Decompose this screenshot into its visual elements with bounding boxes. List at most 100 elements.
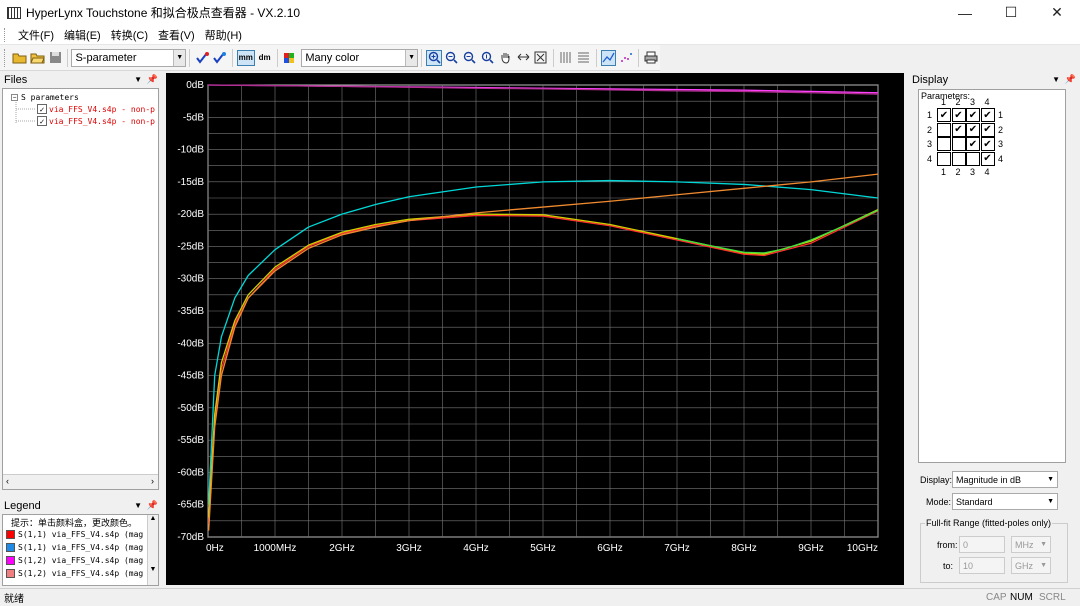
param-cell-s21[interactable] bbox=[937, 122, 951, 137]
mm-mode-button[interactable]: mm bbox=[236, 49, 255, 66]
matrix-row-label-right: 3 bbox=[998, 139, 1004, 149]
file-label: via_FFS_V4.s4p - non-p bbox=[49, 116, 155, 126]
tree-file-row[interactable]: ✓ via_FFS_V4.s4p - non-p bbox=[37, 104, 155, 114]
from-input[interactable]: 0 bbox=[959, 536, 1005, 553]
param-cell-s13[interactable]: ✔ bbox=[966, 108, 980, 122]
tree-file-row[interactable]: ✓ via_FFS_V4.s4p - non-p bbox=[37, 116, 155, 126]
scroll-left-icon[interactable]: ‹ bbox=[6, 476, 9, 486]
menu-file[interactable]: 文件(F) bbox=[13, 27, 59, 43]
matrix-row-label-left: 4 bbox=[927, 153, 933, 164]
scroll-indicator: SCRL bbox=[1039, 592, 1066, 603]
dropdown-triangle-icon[interactable]: ▼ bbox=[1052, 75, 1060, 84]
status-bar: 就绪 CAP NUM SCRL bbox=[0, 588, 1080, 606]
legend-panel-title: Legend bbox=[4, 499, 41, 512]
color-swatch[interactable] bbox=[6, 530, 15, 539]
param-type-select[interactable]: S-parameter ▼ bbox=[71, 48, 187, 67]
files-tree[interactable]: − S parameters ✓ via_FFS_V4.s4p - non-p … bbox=[2, 88, 159, 490]
legend-vscrollbar[interactable]: ▲ ▼ bbox=[147, 515, 158, 585]
horizontal-grid-icon[interactable] bbox=[576, 50, 592, 66]
pan-hand-icon[interactable] bbox=[497, 50, 513, 66]
chevron-down-icon: ▼ bbox=[1047, 476, 1054, 483]
y-tick-label: -55dB bbox=[177, 435, 204, 446]
param-cell-s31[interactable] bbox=[937, 137, 951, 151]
close-button[interactable]: ✕ bbox=[1034, 0, 1080, 25]
menu-help[interactable]: 帮助(H) bbox=[200, 27, 247, 43]
vertical-grid-icon[interactable] bbox=[558, 50, 574, 66]
chart-svg[interactable]: 0dB -5dB -10dB -15dB -20dB -25dB -30dB -35dB -40… bbox=[166, 73, 904, 585]
color-palette-icon[interactable] bbox=[282, 50, 298, 66]
save-icon[interactable] bbox=[48, 50, 64, 66]
param-cell-s22[interactable]: ✔ bbox=[951, 122, 966, 137]
open-folder-icon[interactable] bbox=[30, 50, 46, 66]
toolbar-grip[interactable] bbox=[4, 48, 7, 67]
check-blue-icon[interactable] bbox=[212, 50, 228, 66]
line-plot-icon[interactable] bbox=[600, 49, 617, 66]
param-cell-s32[interactable] bbox=[951, 137, 966, 151]
menu-convert[interactable]: 转换(C) bbox=[106, 27, 153, 43]
legend-item[interactable]: S(1,2) via_FFS_V4.s4p (mag bbox=[3, 554, 158, 567]
to-unit-select[interactable]: GHz ▼ bbox=[1011, 557, 1051, 574]
zoom-y-icon[interactable] bbox=[480, 50, 496, 66]
menu-grip[interactable] bbox=[4, 27, 7, 42]
to-input[interactable]: 10 bbox=[959, 557, 1005, 574]
color-swatch[interactable] bbox=[6, 543, 15, 552]
app-logo-icon bbox=[7, 6, 21, 19]
files-hscrollbar[interactable]: ‹ › bbox=[3, 474, 158, 489]
chevron-down-icon: ▼ bbox=[173, 49, 186, 66]
menu-view[interactable]: 查看(V) bbox=[153, 27, 200, 43]
dm-mode-button[interactable]: dm bbox=[257, 50, 273, 66]
zoom-out-icon[interactable] bbox=[444, 50, 460, 66]
zoom-x-icon[interactable] bbox=[462, 50, 478, 66]
scroll-down-icon[interactable]: ▼ bbox=[148, 566, 158, 573]
open-file-icon[interactable] bbox=[12, 50, 28, 66]
scatter-plot-icon[interactable] bbox=[618, 50, 634, 66]
zoom-in-icon[interactable] bbox=[426, 49, 442, 66]
color-mode-select[interactable]: Many color ▼ bbox=[301, 48, 419, 67]
legend-panel: Legend ▼ 📌 提示：单击颜料盒，更改颜色。 S(1,1) via_FFS… bbox=[0, 497, 162, 588]
legend-item[interactable]: S(1,1) via_FFS_V4.s4p (mag bbox=[3, 528, 158, 541]
window-title: HyperLynx Touchstone 和拟合极点查看器 - VX.2.10 bbox=[26, 6, 301, 20]
param-cell-s12[interactable]: ✔ bbox=[951, 108, 966, 122]
maximize-button[interactable]: ☐ bbox=[988, 0, 1034, 25]
color-swatch[interactable] bbox=[6, 569, 15, 578]
pin-icon[interactable]: 📌 bbox=[147, 74, 158, 85]
param-cell-s43[interactable] bbox=[966, 151, 980, 166]
param-cell-s14[interactable]: ✔ bbox=[980, 108, 995, 122]
param-cell-s24[interactable]: ✔ bbox=[980, 122, 995, 137]
param-cell-s34[interactable]: ✔ bbox=[980, 137, 995, 151]
dropdown-triangle-icon[interactable]: ▼ bbox=[134, 501, 142, 510]
x-tick-label: 1000MHz bbox=[254, 543, 297, 554]
fit-horizontal-icon[interactable] bbox=[515, 50, 531, 66]
fit-all-icon[interactable] bbox=[533, 50, 549, 66]
scroll-up-icon[interactable]: ▲ bbox=[148, 515, 158, 522]
files-panel-header: Files ▼ 📌 bbox=[0, 71, 162, 88]
menu-edit[interactable]: 编辑(E) bbox=[59, 27, 106, 43]
check-red-icon[interactable] bbox=[194, 50, 210, 66]
mode-select[interactable]: Standard ▼ bbox=[952, 493, 1058, 510]
display-select[interactable]: Magnitude in dB ▼ bbox=[952, 471, 1058, 488]
x-tick-label: 3GHz bbox=[396, 543, 422, 554]
y-tick-label: -30dB bbox=[177, 274, 204, 285]
x-tick-label: 7GHz bbox=[664, 543, 690, 554]
dropdown-triangle-icon[interactable]: ▼ bbox=[134, 75, 142, 84]
matrix-row-label-right: 4 bbox=[998, 153, 1004, 164]
matrix-col-label-top: 4 bbox=[984, 97, 990, 107]
pin-icon[interactable]: 📌 bbox=[147, 500, 158, 511]
legend-item[interactable]: S(1,2) via_FFS_V4.s4p (mag bbox=[3, 567, 158, 580]
color-swatch[interactable] bbox=[6, 556, 15, 565]
param-cell-s33[interactable]: ✔ bbox=[966, 137, 980, 151]
param-cell-s42[interactable] bbox=[951, 151, 966, 166]
param-cell-s23[interactable]: ✔ bbox=[966, 122, 980, 137]
param-cell-s44[interactable]: ✔ bbox=[980, 151, 995, 166]
param-cell-s41[interactable] bbox=[937, 151, 951, 166]
plot-area[interactable]: 0dB -5dB -10dB -15dB -20dB -25dB -30dB -35dB -40… bbox=[166, 73, 904, 585]
legend-label: S(1,1) via_FFS_V4.s4p (mag bbox=[18, 530, 144, 539]
scroll-right-icon[interactable]: › bbox=[151, 476, 154, 486]
legend-item[interactable]: S(1,1) via_FFS_V4.s4p (mag bbox=[3, 541, 158, 554]
minimize-button[interactable]: — bbox=[942, 0, 988, 25]
param-cell-s11[interactable]: ✔ bbox=[937, 108, 951, 122]
print-icon[interactable] bbox=[643, 50, 659, 66]
pin-icon[interactable]: 📌 bbox=[1065, 74, 1076, 85]
from-unit-select[interactable]: MHz ▼ bbox=[1011, 536, 1051, 553]
toolbar: S-parameter ▼ mm dm Many color ▼ bbox=[0, 45, 660, 71]
